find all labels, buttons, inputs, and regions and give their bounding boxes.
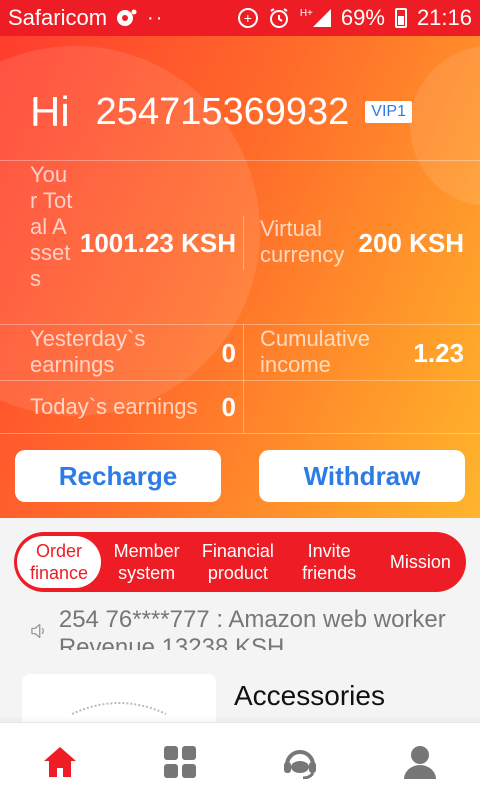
divider <box>0 160 480 161</box>
support-icon <box>284 749 316 779</box>
nav-support[interactable] <box>240 723 360 800</box>
nav-profile[interactable] <box>360 723 480 800</box>
recharge-button[interactable]: Recharge <box>15 450 221 502</box>
divider <box>243 324 244 433</box>
greeting-row: Hi 254715369932 VIP1 <box>30 88 412 136</box>
total-assets-label: Your Total Assets <box>30 162 73 291</box>
total-assets-value: 1001.23 KSH <box>79 228 236 258</box>
withdraw-button[interactable]: Withdraw <box>259 450 465 502</box>
signal-icon <box>312 9 331 27</box>
category-tabs: Order finance Member system Financial pr… <box>14 532 466 592</box>
user-icon <box>404 745 436 779</box>
status-bar: Safaricom ·· + H+ 69% 21:16 <box>0 0 480 36</box>
notification-icon <box>117 9 137 26</box>
virtual-currency-label: Virtual currency <box>260 216 345 267</box>
vip-badge: VIP1 <box>365 101 412 123</box>
notification-icons: ·· <box>115 7 164 30</box>
network-indicator: H+ <box>299 8 331 27</box>
announcement-text: 254 76****777 : Amazon web worker Revenu… <box>58 606 446 650</box>
grid-icon <box>164 745 196 778</box>
data-saver-icon: + <box>237 8 258 28</box>
user-phone: 254715369932 <box>95 90 350 133</box>
decorative-circle <box>410 46 480 206</box>
tab-member-system[interactable]: Member system <box>101 540 192 584</box>
tab-order-finance[interactable]: Order finance <box>17 536 101 588</box>
today-earnings-label: Today`s earnings <box>30 394 198 419</box>
cumulative-income-label: Cumulative income <box>260 326 371 377</box>
virtual-currency-value: 200 KSH <box>358 228 465 258</box>
carrier-name: Safaricom <box>8 5 108 30</box>
yesterday-earnings-label: Yesterday`s earnings <box>30 326 146 377</box>
yesterday-earnings-value: 0 <box>221 338 236 368</box>
tab-financial-product[interactable]: Financial product <box>192 540 283 584</box>
tab-mission[interactable]: Mission <box>375 551 466 573</box>
battery-percent: 69% <box>340 5 385 30</box>
nav-home[interactable] <box>0 723 120 800</box>
divider <box>243 216 244 270</box>
alarm-icon <box>269 8 288 28</box>
announcement-ticker: 254 76****777 : Amazon web worker Revenu… <box>30 606 460 650</box>
network-type: H+ <box>299 8 313 19</box>
more-dots-icon: ·· <box>147 6 165 29</box>
product-title: Accessories <box>234 680 385 711</box>
nav-categories[interactable] <box>120 723 240 800</box>
account-header: Hi 254715369932 VIP1 Your Total Assets 1… <box>0 36 480 518</box>
divider <box>0 433 480 434</box>
home-icon <box>44 746 76 777</box>
greeting: Hi <box>30 88 70 135</box>
today-earnings-value: 0 <box>221 392 236 422</box>
divider <box>0 380 480 381</box>
divider <box>0 324 480 325</box>
clock: 21:16 <box>416 5 472 30</box>
cumulative-income-value: 1.23 <box>413 338 464 368</box>
battery-icon <box>394 8 407 28</box>
speaker-icon <box>31 623 44 639</box>
tab-invite-friends[interactable]: Invite friends <box>284 540 375 584</box>
bottom-navigation <box>0 722 480 800</box>
